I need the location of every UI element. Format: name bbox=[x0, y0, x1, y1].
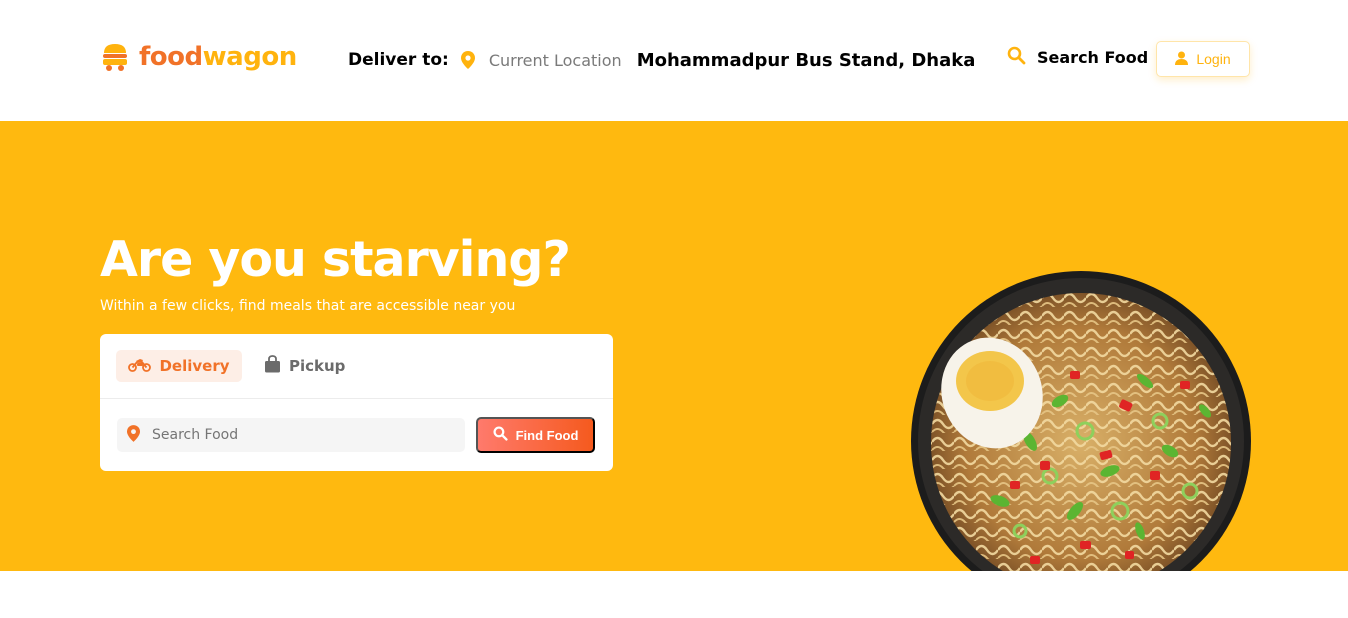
find-food-button[interactable]: Find Food bbox=[476, 417, 595, 453]
food-search-input[interactable] bbox=[152, 427, 442, 443]
order-card: Delivery Pickup Search Food Find Food bbox=[100, 334, 613, 471]
food-search-field[interactable] bbox=[117, 418, 465, 452]
tab-pickup-label: Pickup bbox=[289, 357, 346, 375]
map-pin-icon bbox=[127, 424, 140, 446]
login-button[interactable]: Login bbox=[1156, 41, 1250, 77]
user-icon bbox=[1175, 51, 1189, 68]
delivery-location: Deliver to: Current Location Mohammadpur… bbox=[348, 48, 975, 72]
brand-logo[interactable]: foodwagon bbox=[100, 42, 297, 72]
hero-title: Are you starving? bbox=[100, 231, 571, 288]
brand-name-part2: wagon bbox=[202, 42, 298, 72]
current-location-link[interactable]: Current Location bbox=[489, 51, 622, 70]
tab-delivery[interactable]: Delivery bbox=[116, 350, 242, 382]
noodle-bowl-image bbox=[910, 271, 1252, 571]
tab-pickup[interactable]: Pickup bbox=[264, 350, 345, 382]
site-header: foodwagon Deliver to: Current Location M… bbox=[0, 0, 1348, 121]
search-icon bbox=[1007, 46, 1026, 69]
delivery-address: Mohammadpur Bus Stand, Dhaka bbox=[636, 49, 976, 71]
search-icon bbox=[493, 426, 508, 444]
hero-subtitle: Within a few clicks, find meals that are… bbox=[100, 298, 516, 314]
tab-delivery-label: Delivery bbox=[159, 357, 230, 375]
map-pin-icon bbox=[460, 51, 475, 69]
login-label: Login bbox=[1196, 51, 1231, 67]
deliver-to-label: Deliver to: bbox=[348, 50, 449, 70]
header-search-label: Search Food bbox=[1037, 48, 1149, 67]
find-food-label: Find Food bbox=[515, 427, 579, 443]
hero-section: Are you starving? Within a few clicks, f… bbox=[0, 121, 1348, 571]
brand-name: foodwagon bbox=[139, 44, 297, 70]
motorcycle-icon bbox=[128, 357, 152, 376]
brand-name-part1: food bbox=[139, 42, 203, 72]
header-search-button[interactable]: Search Food bbox=[1007, 46, 1148, 69]
food-truck-icon bbox=[100, 42, 130, 72]
order-type-tabs: Delivery Pickup bbox=[100, 334, 613, 399]
shopping-bag-icon bbox=[264, 355, 281, 377]
